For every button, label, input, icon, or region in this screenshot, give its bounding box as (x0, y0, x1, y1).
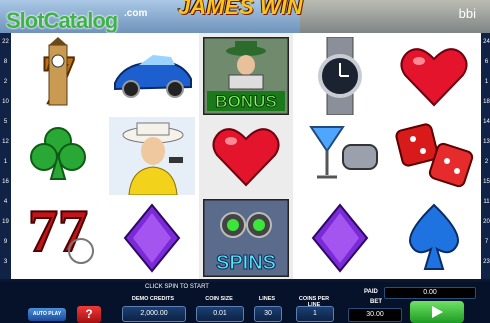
svg-text:77: 77 (28, 199, 88, 264)
red-heart-icon (391, 37, 477, 115)
demo-credits-label: DEMO CREDITS (131, 296, 175, 302)
payline-number-right: 1 (484, 79, 489, 85)
status-message: CLICK SPIN TO START (145, 284, 209, 290)
reel-4 (293, 33, 387, 279)
payline-number-right: 6 (484, 59, 489, 65)
reel-3: BONUS SPINS (199, 33, 293, 279)
spins-label: SPINS (216, 252, 276, 274)
bet-label: BET (370, 299, 382, 305)
payline-number-left: 3 (3, 259, 8, 265)
martini-spy-gadget-icon (297, 117, 383, 195)
reel-2 (105, 33, 199, 279)
bonus-label: BONUS (215, 92, 276, 111)
paid-label: PAID (364, 289, 378, 295)
red-dice-icon (391, 117, 477, 195)
top-banner: SlotCatalog .com JAMES WIN bbi (0, 0, 490, 33)
autoplay-button[interactable]: AUTO PLAY (28, 308, 66, 321)
payline-number-right: 15 (483, 179, 490, 185)
payline-number-right: 20 (483, 219, 490, 225)
bonus-agent-icon: BONUS (201, 35, 291, 117)
payline-number-right: 14 (483, 119, 490, 125)
james-win-wild-icon: 77 (15, 197, 101, 277)
blue-sports-car-icon (109, 37, 195, 115)
payline-number-left: 12 (2, 139, 9, 145)
payline-indicators-right: 24 6 1 18 14 13 2 15 11 20 7 23 (481, 33, 490, 279)
help-button[interactable]: ? (77, 306, 101, 323)
wristwatch-icon (297, 36, 383, 116)
coin-size-selector[interactable]: 0.01 (196, 306, 244, 322)
payline-number-left: 1 (3, 159, 8, 165)
reel-area: 777 BONUSSPINS (11, 33, 481, 279)
payline-number-right: 18 (483, 99, 490, 105)
payline-number-left: 5 (3, 119, 8, 125)
game-title-logo: JAMES WIN (178, 0, 303, 19)
payline-number-right: 7 (484, 239, 489, 245)
lines-label: LINES (258, 296, 276, 302)
payline-number-right: 23 (483, 259, 490, 265)
spin-button[interactable] (410, 301, 464, 323)
spins-binoculars-icon: SPINS (201, 197, 291, 279)
payline-number-left: 19 (2, 219, 9, 225)
green-club-icon (15, 117, 101, 195)
slotcatalog-logo-suffix: .com (124, 8, 148, 19)
paid-value: 0.00 (384, 287, 476, 299)
bet-value: 30.00 (348, 308, 402, 322)
purple-diamond-icon (109, 199, 195, 277)
slotcatalog-logo: SlotCatalog (6, 8, 118, 33)
payline-number-left: 16 (2, 179, 9, 185)
payline-number-right: 13 (483, 139, 490, 145)
coins-per-line-selector[interactable]: 1 (296, 306, 334, 322)
payline-number-right: 24 (483, 39, 490, 45)
red-heart-icon (203, 117, 289, 195)
lines-selector[interactable]: 30 (254, 306, 282, 322)
big-ben-seven-icon: 7 (15, 37, 101, 120)
payline-number-left: 8 (3, 59, 8, 65)
reel-5 (387, 33, 481, 279)
coin-size-label: COIN SIZE (205, 296, 233, 302)
detective-woman-icon (109, 117, 195, 196)
demo-credits-value: 2,000.00 (122, 306, 186, 322)
play-icon (432, 306, 443, 318)
payline-number-left: 4 (3, 199, 8, 205)
payline-number-right: 11 (483, 199, 490, 205)
reel-1: 777 (11, 33, 105, 279)
payline-number-left: 2 (3, 79, 8, 85)
vendor-logo: bbi (458, 6, 476, 21)
payline-indicators-left: 22 8 2 10 5 12 1 16 4 19 9 3 (0, 33, 11, 279)
payline-number-left: 10 (2, 99, 9, 105)
payline-number-right: 2 (484, 159, 489, 165)
payline-number-left: 9 (3, 239, 8, 245)
purple-diamond-icon (297, 199, 383, 277)
blue-spade-icon (391, 199, 477, 277)
payline-number-left: 22 (2, 39, 9, 45)
